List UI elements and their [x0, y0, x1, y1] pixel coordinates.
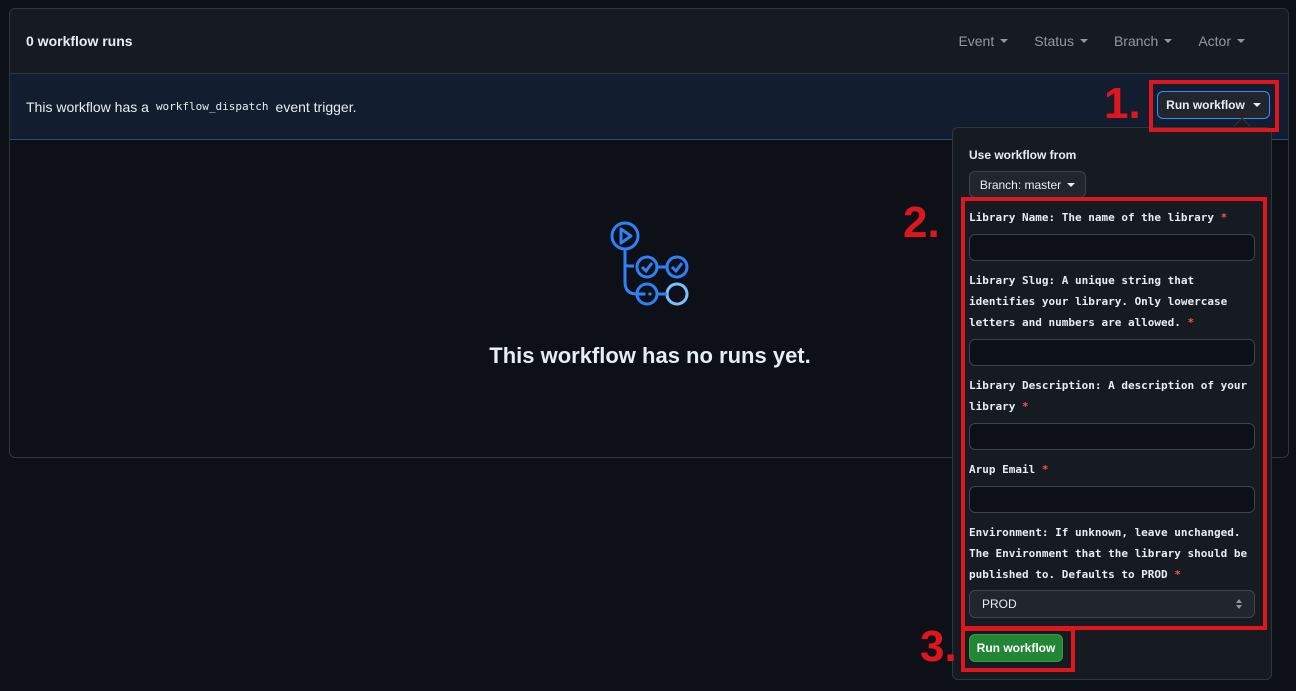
panel-title: Use workflow from	[969, 148, 1077, 162]
caret-down-icon	[1079, 39, 1088, 43]
filter-actor-label: Actor	[1198, 33, 1231, 49]
caret-down-icon	[1067, 182, 1076, 187]
filter-bar: Event Status Branch Actor	[945, 33, 1258, 49]
runs-count: 0 workflow runs	[26, 33, 133, 49]
dispatch-code: workflow_dispatch	[155, 100, 269, 113]
annotation-number-3: 3.	[920, 622, 957, 671]
dispatch-text-after: event trigger.	[275, 98, 357, 115]
caret-down-icon	[1000, 39, 1009, 43]
caret-down-icon	[1164, 39, 1173, 43]
filter-actor[interactable]: Actor	[1185, 33, 1258, 49]
annotation-number-1: 1.	[1104, 79, 1141, 128]
annotation-number-2: 2.	[903, 198, 940, 247]
annotation-box-2	[961, 197, 1267, 630]
workflow-icon	[607, 214, 697, 319]
filter-event-label: Event	[958, 33, 995, 49]
filter-event[interactable]: Event	[945, 33, 1021, 49]
branch-select-button[interactable]: Branch: master	[969, 171, 1086, 198]
runs-header: 0 workflow runs Event Status Branch Acto…	[10, 9, 1288, 74]
annotation-box-3	[961, 627, 1075, 672]
branch-label: Branch: master	[979, 177, 1062, 192]
filter-status-label: Status	[1034, 33, 1074, 49]
dispatch-text-before: This workflow has a	[26, 98, 149, 115]
filter-branch[interactable]: Branch	[1101, 33, 1185, 49]
caret-down-icon	[1237, 39, 1245, 43]
annotation-box-1	[1149, 80, 1279, 132]
filter-branch-label: Branch	[1113, 33, 1159, 49]
filter-status[interactable]: Status	[1021, 33, 1101, 49]
